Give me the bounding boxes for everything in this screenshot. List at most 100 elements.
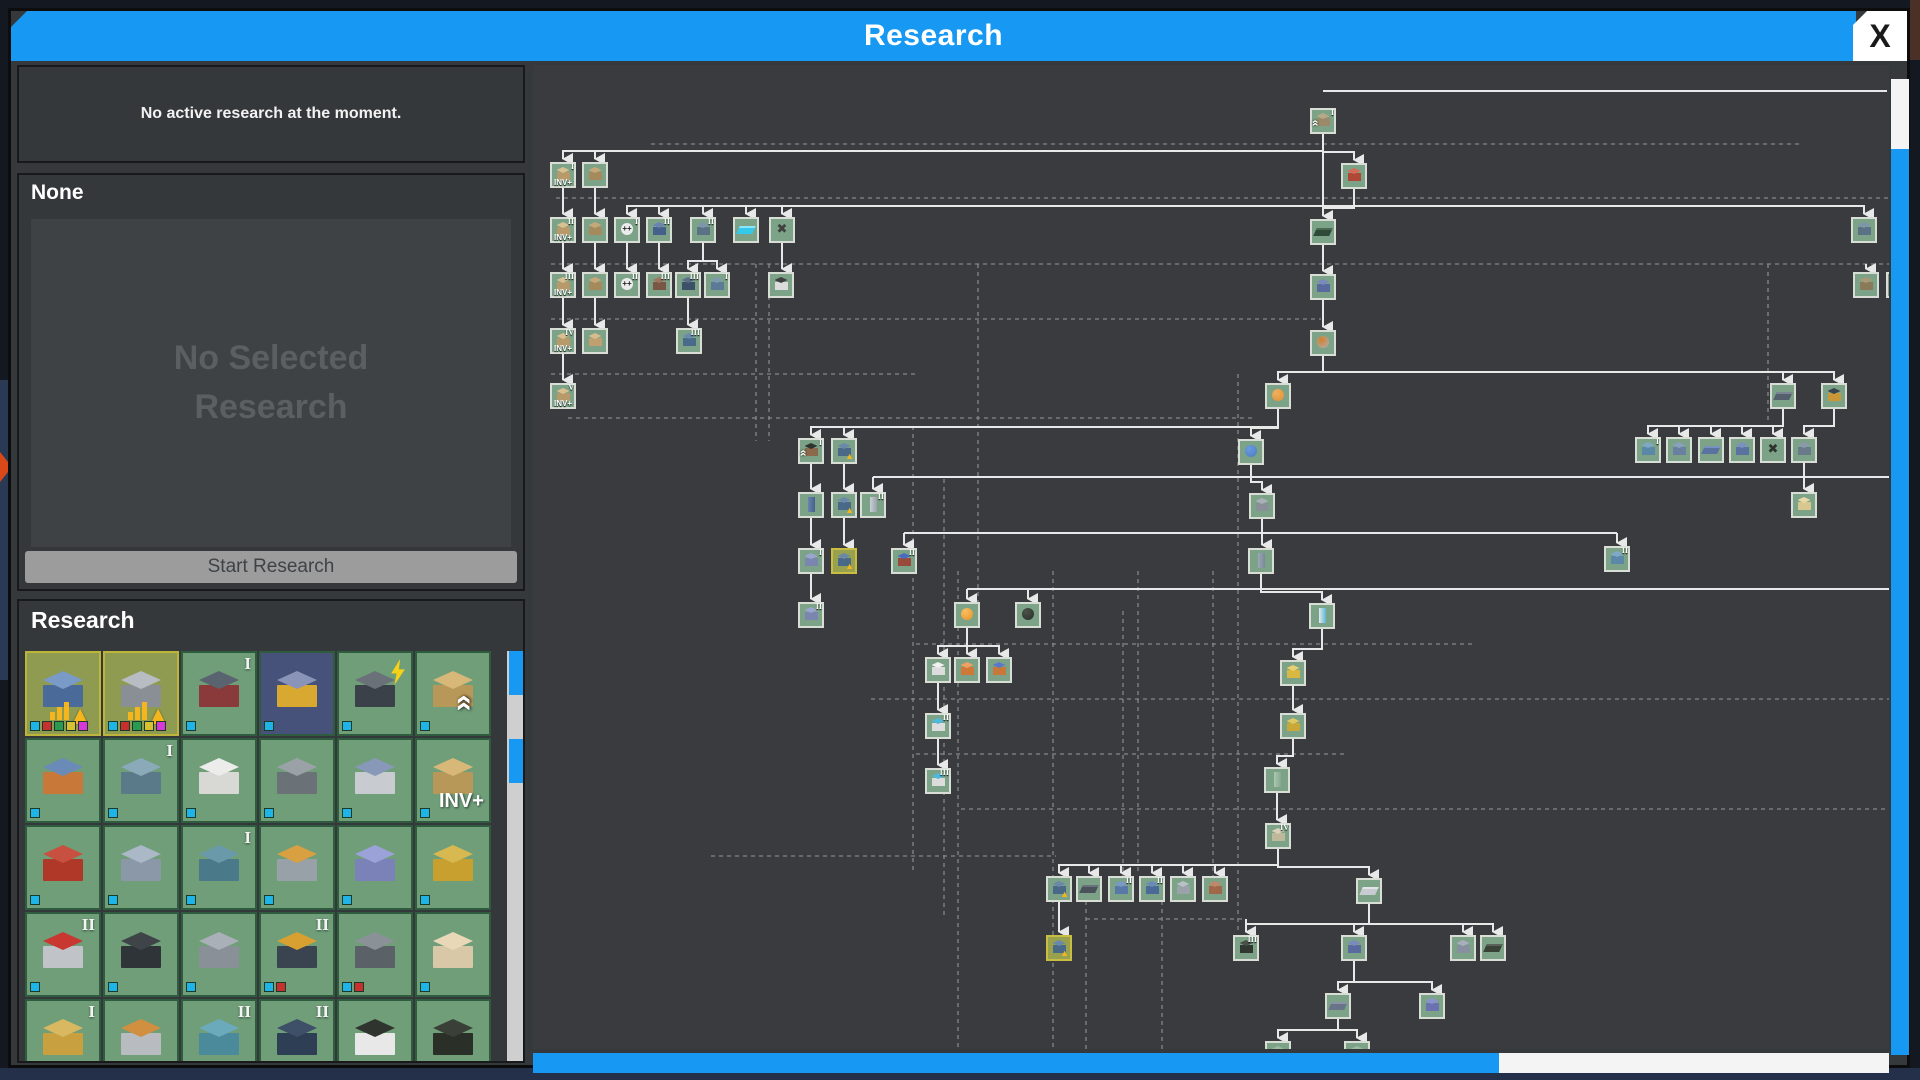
tech-node-rust-tower[interactable] xyxy=(1202,876,1228,902)
tech-node-edge-desk[interactable] xyxy=(1853,272,1879,298)
tech-node-inventory-3[interactable]: IIIINV+ xyxy=(550,272,576,298)
tree-hscroll-track[interactable] xyxy=(1499,1053,1889,1073)
tech-node-pump-b[interactable]: II xyxy=(1139,876,1165,902)
tech-node-cut-node-2[interactable] xyxy=(1344,1041,1370,1049)
research-item-crate-building[interactable]: II xyxy=(259,912,335,997)
tech-node-inventory-4[interactable]: IVINV+ xyxy=(550,328,576,354)
tree-vscroll-thumb[interactable] xyxy=(1891,149,1909,1055)
tech-node-haul-truck-2[interactable]: II xyxy=(1604,546,1630,572)
tech-node-building-2[interactable]: II xyxy=(690,217,716,243)
tree-horizontal-scrollbar[interactable] xyxy=(533,1051,1889,1073)
tech-node-gray-mech[interactable] xyxy=(1170,876,1196,902)
tech-node-blue-mech[interactable] xyxy=(1419,993,1445,1019)
tree-vertical-scrollbar[interactable] xyxy=(1891,65,1911,1055)
tech-node-drill-rig[interactable] xyxy=(1791,437,1817,463)
tech-node-blade[interactable]: ✖ xyxy=(769,217,795,243)
tech-node-fuel-droplet[interactable] xyxy=(954,602,980,628)
tech-node-mech-frame-1[interactable]: I xyxy=(798,548,824,574)
tech-node-metal-plates[interactable] xyxy=(1770,383,1796,409)
research-item-cargo-container[interactable] xyxy=(25,738,101,823)
tech-node-gold-machine[interactable] xyxy=(1821,383,1847,409)
tech-node-sphere-parts[interactable] xyxy=(1310,330,1336,356)
research-item-drill-bit[interactable] xyxy=(259,825,335,910)
tech-node-factory-chart-hl[interactable]: ▲ xyxy=(831,548,857,574)
tech-node-building-3b[interactable]: III xyxy=(676,328,702,354)
grid-scroll-thumb[interactable] xyxy=(509,739,525,783)
research-item-teal-machine[interactable]: II xyxy=(181,999,257,1063)
tech-node-drill-2[interactable] xyxy=(582,217,608,243)
tech-node-column-part[interactable] xyxy=(1264,767,1290,793)
tech-node-chart-factory[interactable]: ▲ xyxy=(1046,876,1072,902)
research-item-conveyor-ramps[interactable] xyxy=(337,912,413,997)
tech-tree-canvas[interactable]: IINV+IIINV+++IIIII✖IIIINV+++IIIIIIIIIIVI… xyxy=(533,65,1889,1049)
research-item-turret-boost[interactable]: ▲ xyxy=(103,651,179,736)
research-item-mech-upgrade[interactable]: » xyxy=(415,651,491,736)
tech-node-straw-pile[interactable] xyxy=(1791,492,1817,518)
research-item-gold-vault[interactable] xyxy=(259,651,335,736)
tech-node-time-boost-1[interactable]: ++I xyxy=(614,217,640,243)
tech-node-red-engine[interactable] xyxy=(1341,163,1367,189)
tech-node-yellow-tool[interactable] xyxy=(1280,713,1306,739)
research-item-production-boost[interactable]: ▲ xyxy=(25,651,101,736)
tech-node-blue-ore-2[interactable] xyxy=(1341,935,1367,961)
tech-node-factory-chart-1[interactable]: ▲ xyxy=(831,438,857,464)
tech-node-mast-tower[interactable] xyxy=(1248,548,1274,574)
tech-node-blue-ball[interactable] xyxy=(1238,439,1264,465)
research-item-transport-truck[interactable]: I xyxy=(181,825,257,910)
research-item-red-frame[interactable] xyxy=(25,825,101,910)
research-item-motor-engine[interactable]: II xyxy=(25,912,101,997)
tech-node-mech-frame-2[interactable]: II xyxy=(798,602,824,628)
tech-node-engine-2[interactable]: II xyxy=(646,217,672,243)
tech-node-building-1b[interactable]: I xyxy=(704,272,730,298)
research-item-tool-gun[interactable] xyxy=(337,825,413,910)
tree-hscroll-thumb[interactable] xyxy=(533,1053,1499,1073)
tech-node-dark-plate[interactable] xyxy=(1310,219,1336,245)
research-item-yellow-frame[interactable] xyxy=(415,825,491,910)
tech-node-haul-truck-1[interactable]: I xyxy=(1635,437,1661,463)
research-item-white-cube[interactable] xyxy=(181,738,257,823)
tech-node-mech-start[interactable]: »I xyxy=(1310,108,1336,134)
tech-node-yellow-crate[interactable] xyxy=(1280,660,1306,686)
tech-node-inventory-1[interactable]: IINV+ xyxy=(550,162,576,188)
start-research-button[interactable]: Start Research xyxy=(25,551,517,583)
tech-node-antenna[interactable]: II xyxy=(860,492,886,518)
research-item-lamp-post[interactable] xyxy=(103,825,179,910)
grid-scroll-thumb[interactable] xyxy=(509,651,525,695)
tech-node-orange-fruit[interactable] xyxy=(1265,383,1291,409)
tech-node-drill-1[interactable] xyxy=(582,162,608,188)
tech-node-channel-beam[interactable] xyxy=(1729,437,1755,463)
tech-node-cut-node-1[interactable] xyxy=(1265,1041,1291,1049)
tech-node-time-boost-2[interactable]: ++II xyxy=(614,272,640,298)
research-item-x-crate[interactable] xyxy=(415,999,491,1063)
tech-node-chart-factory-hl[interactable]: ▲ xyxy=(1046,935,1072,961)
tech-node-drill-3[interactable] xyxy=(582,272,608,298)
tech-node-flat-panel[interactable] xyxy=(1356,878,1382,904)
research-item-gravel-pile[interactable] xyxy=(103,999,179,1063)
tech-node-inventory-2[interactable]: IIINV+ xyxy=(550,217,576,243)
tech-node-boost-drill[interactable]: »I xyxy=(798,438,824,464)
tech-node-orange-barrel[interactable] xyxy=(954,657,980,683)
tech-node-hopper[interactable] xyxy=(768,272,794,298)
tech-node-coil[interactable] xyxy=(1450,935,1476,961)
research-item-radar-tower[interactable] xyxy=(337,738,413,823)
close-button[interactable]: X xyxy=(1853,11,1907,61)
research-item-power-tower[interactable] xyxy=(337,651,413,736)
tech-node-cyan-panel[interactable] xyxy=(733,217,759,243)
tech-node-x-frame[interactable]: ✖ xyxy=(1760,437,1786,463)
tech-node-blue-ore[interactable] xyxy=(1310,274,1336,300)
tech-node-dark-hex[interactable] xyxy=(1015,602,1041,628)
research-item-stairs[interactable] xyxy=(181,912,257,997)
tech-node-blue-plate[interactable] xyxy=(1698,437,1724,463)
research-grid-scrollbar[interactable] xyxy=(507,651,525,1063)
tech-node-jetpack-1[interactable] xyxy=(925,657,951,683)
tech-node-gray-machine[interactable] xyxy=(1249,493,1275,519)
tech-node-blue-tower[interactable] xyxy=(798,492,824,518)
tech-node-edge-building[interactable] xyxy=(1851,217,1877,243)
research-item-chevron-panel[interactable] xyxy=(337,999,413,1063)
tech-node-pump-a[interactable]: II xyxy=(1108,876,1134,902)
research-item-mech-inventory[interactable]: INV+ xyxy=(415,738,491,823)
research-item-gold-mech[interactable]: I xyxy=(25,999,101,1063)
research-item-red-research-lab[interactable]: I xyxy=(181,651,257,736)
tech-node-engine-4[interactable]: IV xyxy=(1265,823,1291,849)
tech-node-factory-chart-2[interactable]: ▲ xyxy=(831,492,857,518)
